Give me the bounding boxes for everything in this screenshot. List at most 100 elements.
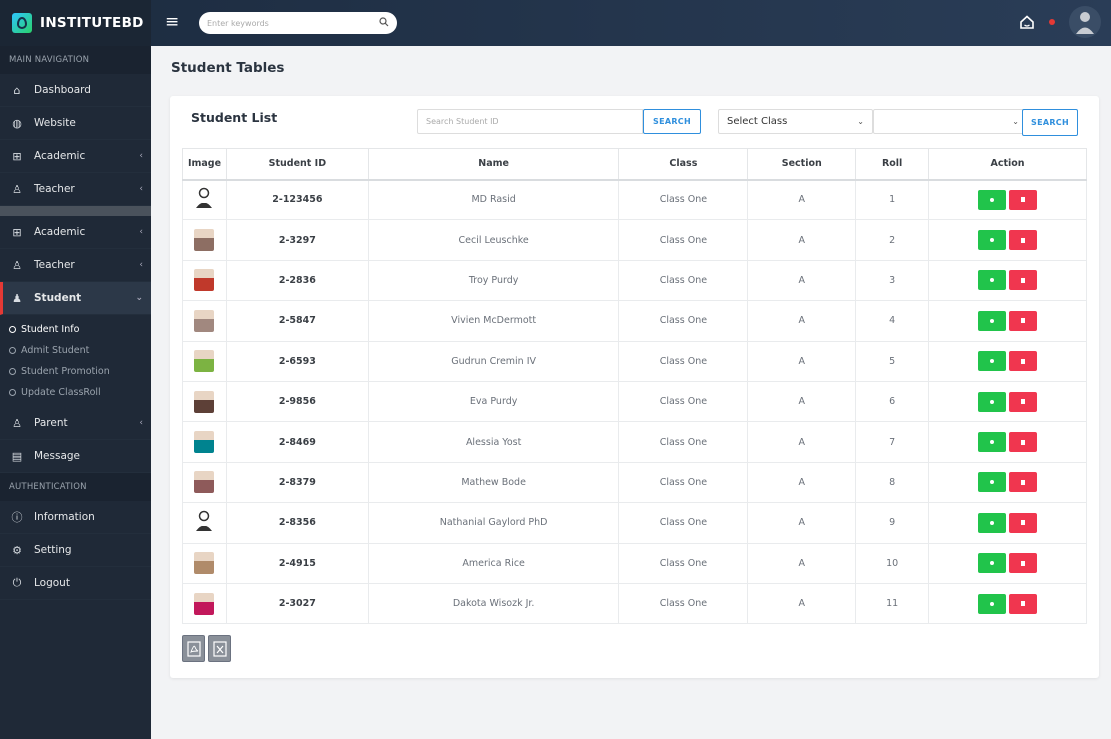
student-photo: [194, 390, 215, 413]
column-header-image[interactable]: Image: [182, 148, 227, 181]
cell-image: [182, 542, 227, 584]
user-icon: ♙: [12, 258, 22, 272]
class-search-button[interactable]: SEARCH: [1022, 109, 1078, 136]
sidebar-item-label: Dashboard: [34, 84, 91, 96]
user-icon: ♙: [12, 416, 22, 430]
view-button[interactable]: [978, 553, 1007, 574]
student-id-search-input[interactable]: [417, 109, 643, 134]
class-select-value: Select Class: [727, 116, 788, 127]
student-table: Image Student ID Name Class Section Roll…: [182, 148, 1087, 625]
delete-icon: [1021, 277, 1026, 283]
view-button[interactable]: [978, 593, 1007, 614]
delete-button[interactable]: [1009, 351, 1038, 372]
sidebar-item-academic[interactable]: ⊞ Academic ‹: [0, 140, 151, 173]
cell-action: [928, 259, 1087, 302]
submenu-item-student-info[interactable]: Student Info: [0, 319, 151, 340]
cell-student-id: 2-2836: [225, 259, 369, 302]
delete-button[interactable]: [1009, 432, 1038, 453]
cell-image: [182, 178, 227, 221]
student-submenu: Student Info Admit Student Student Promo…: [0, 315, 151, 407]
view-icon: [990, 399, 995, 404]
delete-button[interactable]: [1009, 593, 1038, 614]
sidebar-item-label: Teacher: [34, 259, 75, 271]
table-header-row: Image Student ID Name Class Section Roll…: [182, 148, 1087, 181]
sidebar-item-dashboard[interactable]: ⌂ Dashboard: [0, 74, 151, 107]
sidebar-item-teacher[interactable]: ♙ Teacher ‹: [0, 173, 151, 206]
student-list-card: Student List SEARCH Select Class ⌄ ⌄ SEA…: [170, 96, 1099, 678]
cell-class: Class One: [618, 380, 749, 423]
search-icon[interactable]: [379, 16, 389, 30]
column-header-section[interactable]: Section: [747, 148, 857, 181]
view-icon: [990, 601, 995, 606]
cell-student-id: 2-123456: [225, 178, 369, 221]
sidebar-item-logout[interactable]: ⏻ Logout: [0, 567, 151, 600]
submenu-item-update-classroll[interactable]: Update ClassRoll: [0, 382, 151, 403]
view-button[interactable]: [978, 391, 1007, 412]
cell-section: A: [747, 219, 857, 261]
view-button[interactable]: [978, 432, 1007, 453]
sidebar-item-information[interactable]: ⓘ Information: [0, 501, 151, 534]
sidebar-item-message[interactable]: ▤ Message: [0, 440, 151, 473]
submenu-item-student-promotion[interactable]: Student Promotion: [0, 361, 151, 382]
sidebar-item-parent[interactable]: ♙ Parent ‹: [0, 407, 151, 440]
sidebar-item-teacher-2[interactable]: ♙ Teacher ‹: [0, 249, 151, 282]
top-bar: INSTITUTEBD ≡: [0, 0, 1111, 46]
section-select[interactable]: ⌄: [873, 109, 1028, 134]
chevron-left-icon: ‹: [139, 418, 143, 428]
column-header-name[interactable]: Name: [367, 148, 620, 181]
cell-name: Troy Purdy: [367, 259, 620, 302]
column-header-class[interactable]: Class: [618, 148, 749, 181]
delete-button[interactable]: [1009, 189, 1038, 210]
cell-name: Gudrun Cremin IV: [367, 340, 620, 382]
cell-action: [928, 461, 1087, 504]
delete-button[interactable]: [1009, 310, 1038, 331]
view-button[interactable]: [978, 189, 1007, 210]
hamburger-menu-icon[interactable]: ≡: [165, 12, 185, 46]
export-excel-button[interactable]: [208, 635, 231, 662]
student-photo: [194, 471, 215, 494]
delete-button[interactable]: [1009, 472, 1038, 493]
submenu-item-label: Admit Student: [21, 345, 90, 356]
cell-student-id: 2-8356: [225, 502, 369, 544]
view-button[interactable]: [978, 310, 1007, 331]
view-button[interactable]: [978, 472, 1007, 493]
cell-class: Class One: [618, 542, 749, 584]
delete-icon: [1021, 399, 1026, 405]
delete-icon: [1021, 237, 1026, 243]
brand[interactable]: INSTITUTEBD: [0, 0, 151, 46]
cell-action: [928, 340, 1087, 382]
view-icon: [990, 197, 995, 202]
view-icon: [990, 561, 995, 566]
view-button[interactable]: [978, 351, 1007, 372]
brand-name: INSTITUTEBD: [40, 15, 144, 31]
sidebar-item-student[interactable]: ♟ Student ⌄: [0, 282, 151, 315]
student-id-search-button[interactable]: SEARCH: [643, 109, 701, 134]
authentication-header: AUTHENTICATION: [0, 473, 151, 501]
view-button[interactable]: [978, 230, 1007, 251]
sidebar-item-website[interactable]: ◍ Website: [0, 107, 151, 140]
column-header-student-id[interactable]: Student ID: [225, 148, 369, 181]
sidebar-item-label: Information: [34, 511, 95, 523]
home-icon[interactable]: [1019, 14, 1035, 30]
table-row: 2-6593 Gudrun Cremin IV Class One A 5: [182, 340, 1087, 382]
delete-button[interactable]: [1009, 512, 1038, 533]
delete-button[interactable]: [1009, 230, 1038, 251]
chevron-left-icon: ‹: [139, 260, 143, 270]
user-avatar[interactable]: [1069, 6, 1101, 38]
export-pdf-button[interactable]: [182, 635, 205, 662]
table-row: 2-123456 MD Rasid Class One A 1: [182, 178, 1087, 221]
view-button[interactable]: [978, 270, 1007, 291]
sidebar-item-academic-2[interactable]: ⊞ Academic ‹: [0, 216, 151, 249]
submenu-item-admit-student[interactable]: Admit Student: [0, 340, 151, 361]
cell-roll: 2: [855, 219, 930, 261]
class-select[interactable]: Select Class ⌄: [718, 109, 873, 134]
global-search-input[interactable]: [207, 18, 367, 28]
delete-button[interactable]: [1009, 391, 1038, 412]
sidebar-item-setting[interactable]: ⚙ Setting: [0, 534, 151, 567]
delete-button[interactable]: [1009, 553, 1038, 574]
cell-section: A: [747, 300, 857, 342]
view-button[interactable]: [978, 512, 1007, 533]
column-header-roll[interactable]: Roll: [855, 148, 930, 181]
delete-button[interactable]: [1009, 270, 1038, 291]
cell-section: A: [747, 502, 857, 544]
